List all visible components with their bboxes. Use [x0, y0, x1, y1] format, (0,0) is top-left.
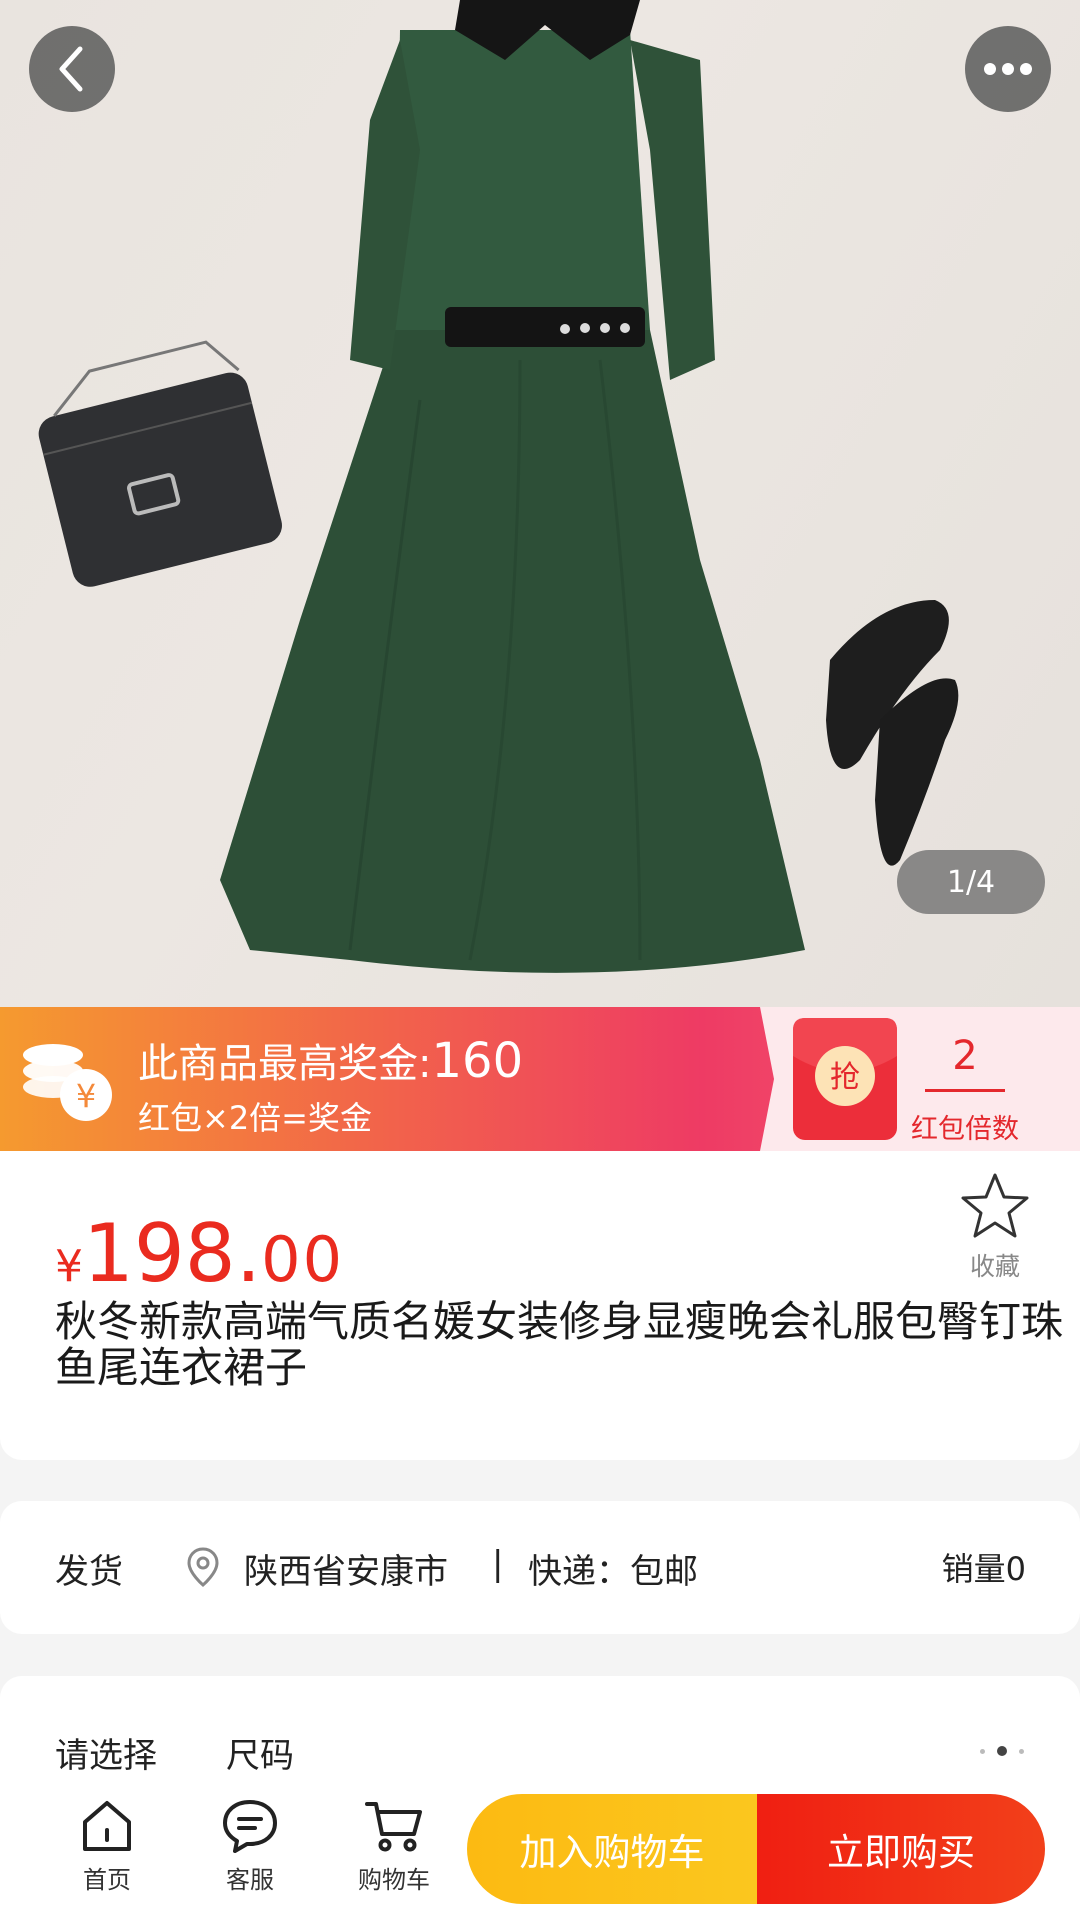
nav-home[interactable]: 首页	[52, 1798, 162, 1895]
currency-symbol: ¥	[55, 1241, 83, 1292]
more-dots-icon	[984, 63, 1032, 75]
shopping-cart-icon	[365, 1802, 422, 1852]
product-title: 秋冬新款高端气质名媛女装修身显瘦晚会礼服包臀钉珠鱼尾连衣裙子	[55, 1297, 1064, 1392]
chevron-left-icon	[59, 46, 83, 92]
shipping-label: 发货	[55, 1552, 123, 1592]
yuan-coins-icon: ¥	[23, 1044, 112, 1121]
star-icon	[961, 1173, 1029, 1238]
price-integer: 198.	[83, 1207, 262, 1300]
price: ¥198.00	[55, 1207, 344, 1300]
favorite-label: 收藏	[969, 1252, 1020, 1281]
more-button[interactable]	[965, 26, 1051, 112]
bonus-title: 此商品最高奖金:160	[138, 1031, 523, 1089]
price-decimal: 00	[261, 1223, 345, 1296]
dot-active	[997, 1746, 1007, 1756]
dot	[980, 1748, 985, 1754]
multiplier-value: 2	[952, 1033, 978, 1079]
nav-customer-service[interactable]: 客服	[195, 1798, 305, 1895]
nav-home-label: 首页	[83, 1866, 131, 1894]
sales-count: 销量0	[941, 1550, 1026, 1588]
product-image-carousel[interactable]: 1/4	[0, 0, 1080, 1007]
svg-text:¥: ¥	[76, 1077, 96, 1115]
image-page-indicator: 1/4	[897, 850, 1045, 914]
nav-cart[interactable]: 购物车	[339, 1798, 449, 1895]
ship-from-location: 陕西省安康市	[244, 1552, 448, 1592]
nav-service-label: 客服	[226, 1866, 274, 1894]
multiplier-divider	[925, 1089, 1005, 1092]
red-packet-icon[interactable]: 抢	[793, 1018, 897, 1140]
delivery-method: 快递：包邮	[528, 1552, 698, 1592]
bonus-subtitle: 红包×2倍=奖金	[138, 1099, 372, 1137]
multiplier-label: 红包倍数	[911, 1114, 1019, 1145]
grab-label: 抢	[830, 1060, 860, 1095]
buy-now-button[interactable]: 立即购买	[757, 1794, 1045, 1904]
shipping-separator: |	[492, 1544, 504, 1584]
more-options-dots-icon	[980, 1746, 1024, 1756]
shipping-info-card: 发货 陕西省安康市 | 快递：包邮 销量0	[0, 1501, 1080, 1634]
favorite-button[interactable]: 收藏	[950, 1171, 1040, 1283]
back-button[interactable]	[29, 26, 115, 112]
chat-bubble-icon	[223, 1800, 277, 1853]
max-bonus-value: 160	[431, 1033, 524, 1089]
location-pin-icon	[187, 1547, 219, 1587]
dot	[1019, 1748, 1024, 1754]
add-to-cart-button[interactable]: 加入购物车	[467, 1794, 757, 1904]
select-size-option: 尺码	[226, 1736, 294, 1776]
home-icon	[83, 1801, 131, 1851]
bottom-action-bar: 首页 客服 购物车 加入购物车 立即购买	[0, 1776, 1080, 1920]
product-info-card: ¥198.00 收藏 秋冬新款高端气质名媛女装修身显瘦晚会礼服包臀钉珠鱼尾连衣裙…	[0, 1151, 1080, 1460]
select-label: 请选择	[55, 1736, 157, 1776]
nav-cart-label: 购物车	[358, 1866, 430, 1894]
bonus-banner[interactable]: ¥ 此商品最高奖金:160 红包×2倍=奖金 抢 2 红包倍数	[0, 1007, 1080, 1151]
bonus-title-label: 此商品最高奖金:	[138, 1041, 432, 1087]
